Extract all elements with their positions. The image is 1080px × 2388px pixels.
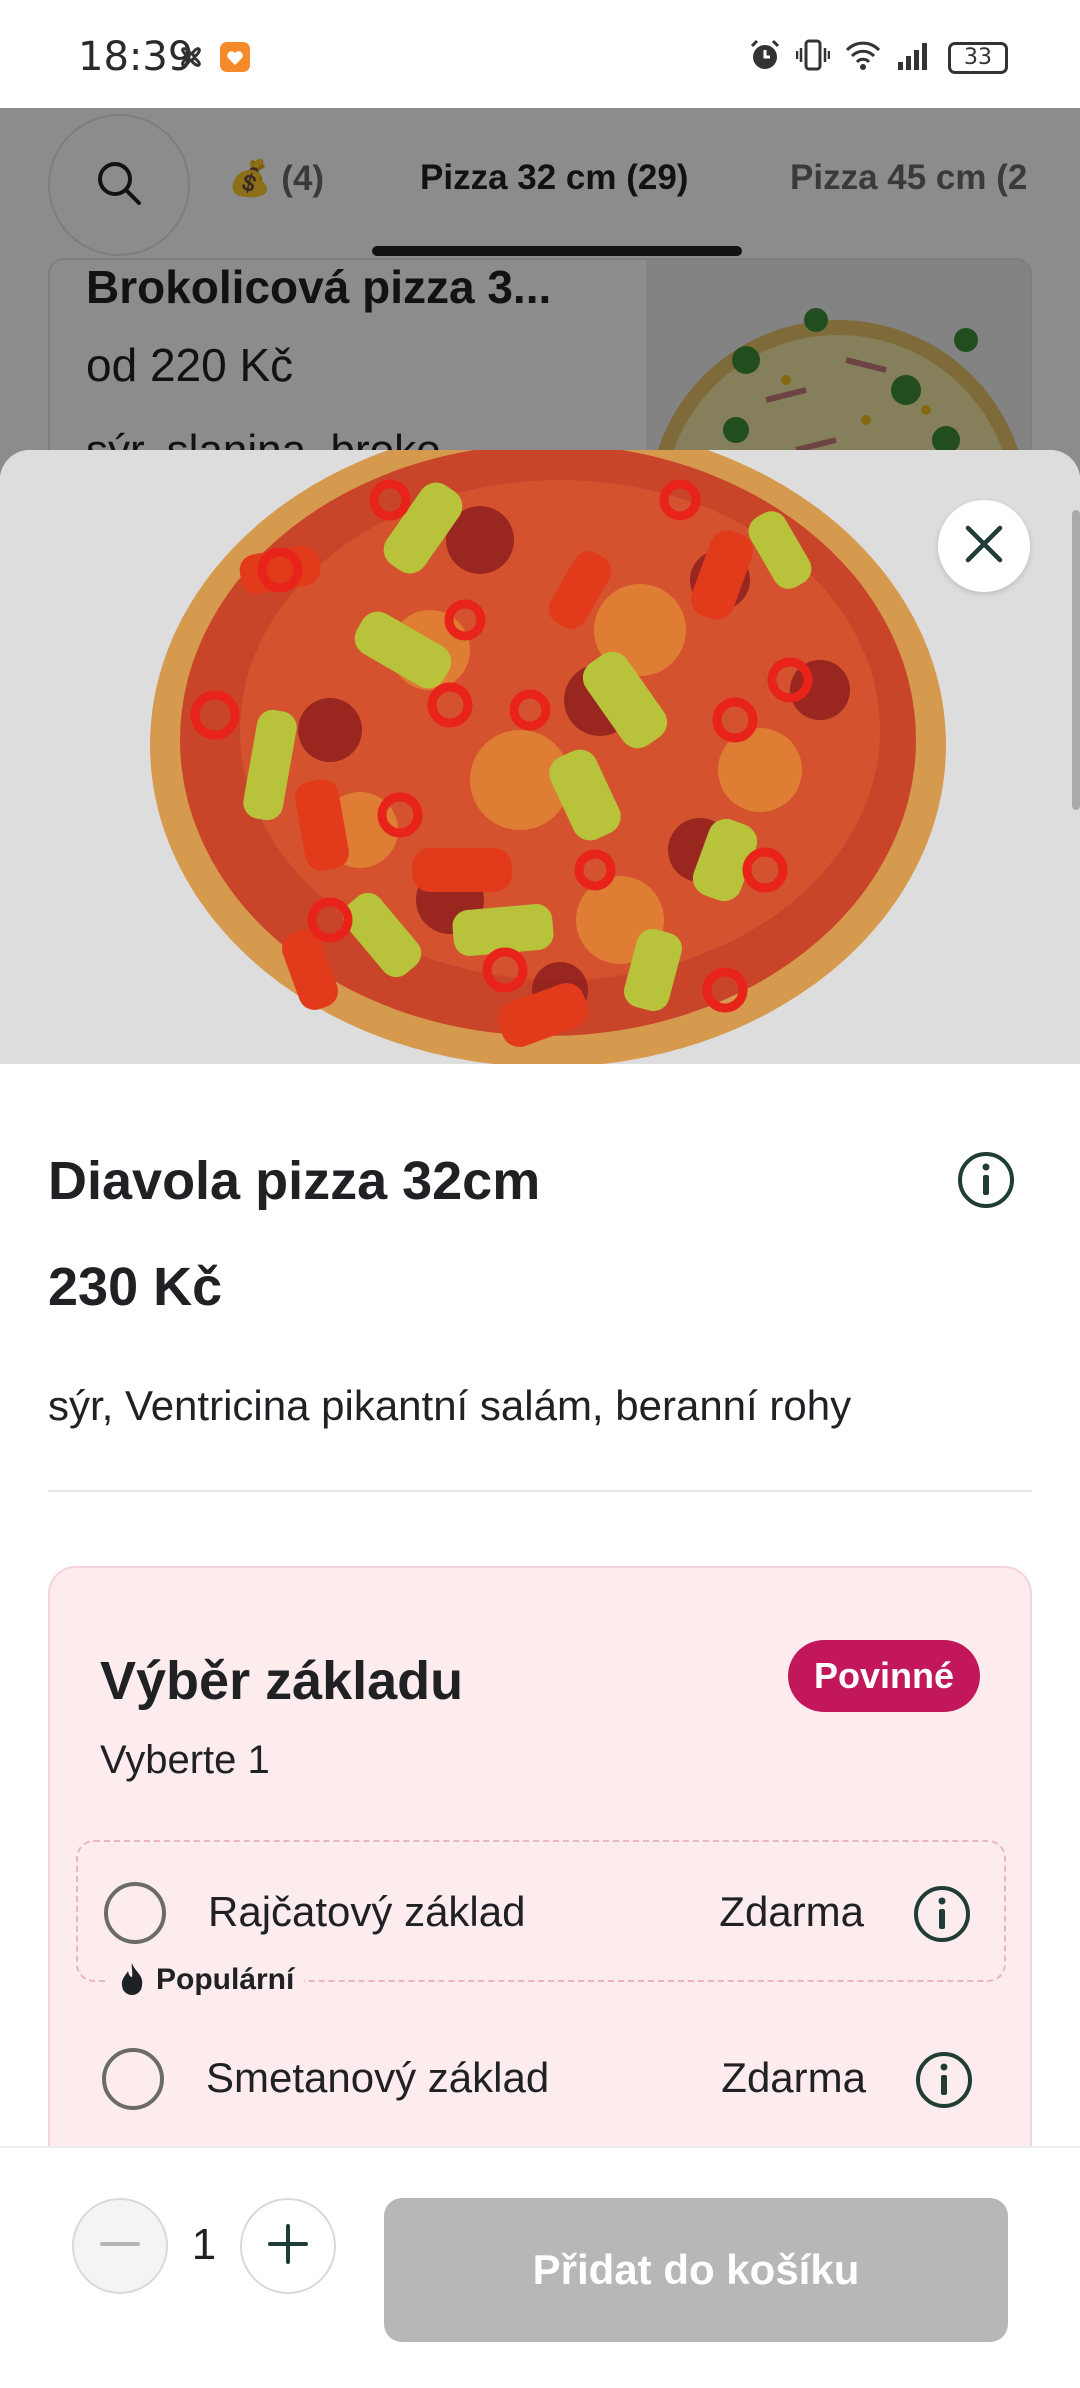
info-icon [956,1152,1016,1214]
divider [48,1490,1032,1492]
option-info-button[interactable] [912,1884,972,1949]
scrollbar[interactable] [1072,510,1080,810]
popular-label: Populární [156,1963,295,1996]
radio-button[interactable] [104,1882,166,1944]
radio-button[interactable] [102,2048,164,2110]
option-label: Rajčatový základ [208,1888,526,1935]
close-button[interactable] [938,500,1030,592]
info-icon [912,1886,972,1948]
wifi-icon [844,38,882,77]
add-to-cart-button[interactable]: Přidat do košíku [384,2198,1008,2342]
options-group-subtitle: Vyberte 1 [100,1738,270,1782]
quantity-value: 1 [191,2220,217,2269]
option-price: Zdarma [721,2054,866,2101]
product-description: sýr, Ventricina pikantní salám, beranní … [48,1382,852,1429]
option-price: Zdarma [719,1888,864,1935]
close-icon [962,522,1006,571]
flame-icon [118,1961,146,2000]
decrease-quantity-button[interactable] [72,2198,168,2294]
screen: 18:39 33 💰 (4) Pizza 32 cm (29) Pizza 45… [0,0,1080,2388]
vibrate-icon [795,38,831,77]
product-image [0,450,1080,1064]
option-tomato-base[interactable]: Rajčatový základ Zdarma Populární [76,1840,1006,2000]
status-right-icons: 33 [748,38,1008,77]
status-bar: 18:39 33 [0,0,1080,108]
plus-icon [266,2222,310,2271]
alarm-icon [748,38,782,77]
required-badge: Povinné [787,1640,980,1712]
battery-icon: 33 [948,41,1008,74]
fan-icon [174,40,208,79]
product-title: Diavola pizza 32cm [48,1151,541,1211]
shield-icon [218,40,252,79]
signal-icon [896,38,934,77]
product-info-button[interactable] [956,1150,1016,1215]
status-left-icons [174,40,252,79]
option-cream-base[interactable]: Smetanový základ Zdarma [76,2008,1006,2150]
options-group-title: Výběr základu [100,1651,464,1711]
option-info-button[interactable] [914,2050,974,2115]
popular-tag: Populární [108,1960,305,2000]
product-detail-sheet: Diavola pizza 32cm 230 Kč sýr, Ventricin… [0,450,1080,2388]
increase-quantity-button[interactable] [240,2198,336,2294]
info-icon [914,2052,974,2114]
minus-icon [98,2222,142,2271]
product-price: 230 Kč [48,1257,223,1317]
bottom-action-bar: 1 Přidat do košíku [0,2146,1080,2388]
option-label: Smetanový základ [206,2054,550,2101]
